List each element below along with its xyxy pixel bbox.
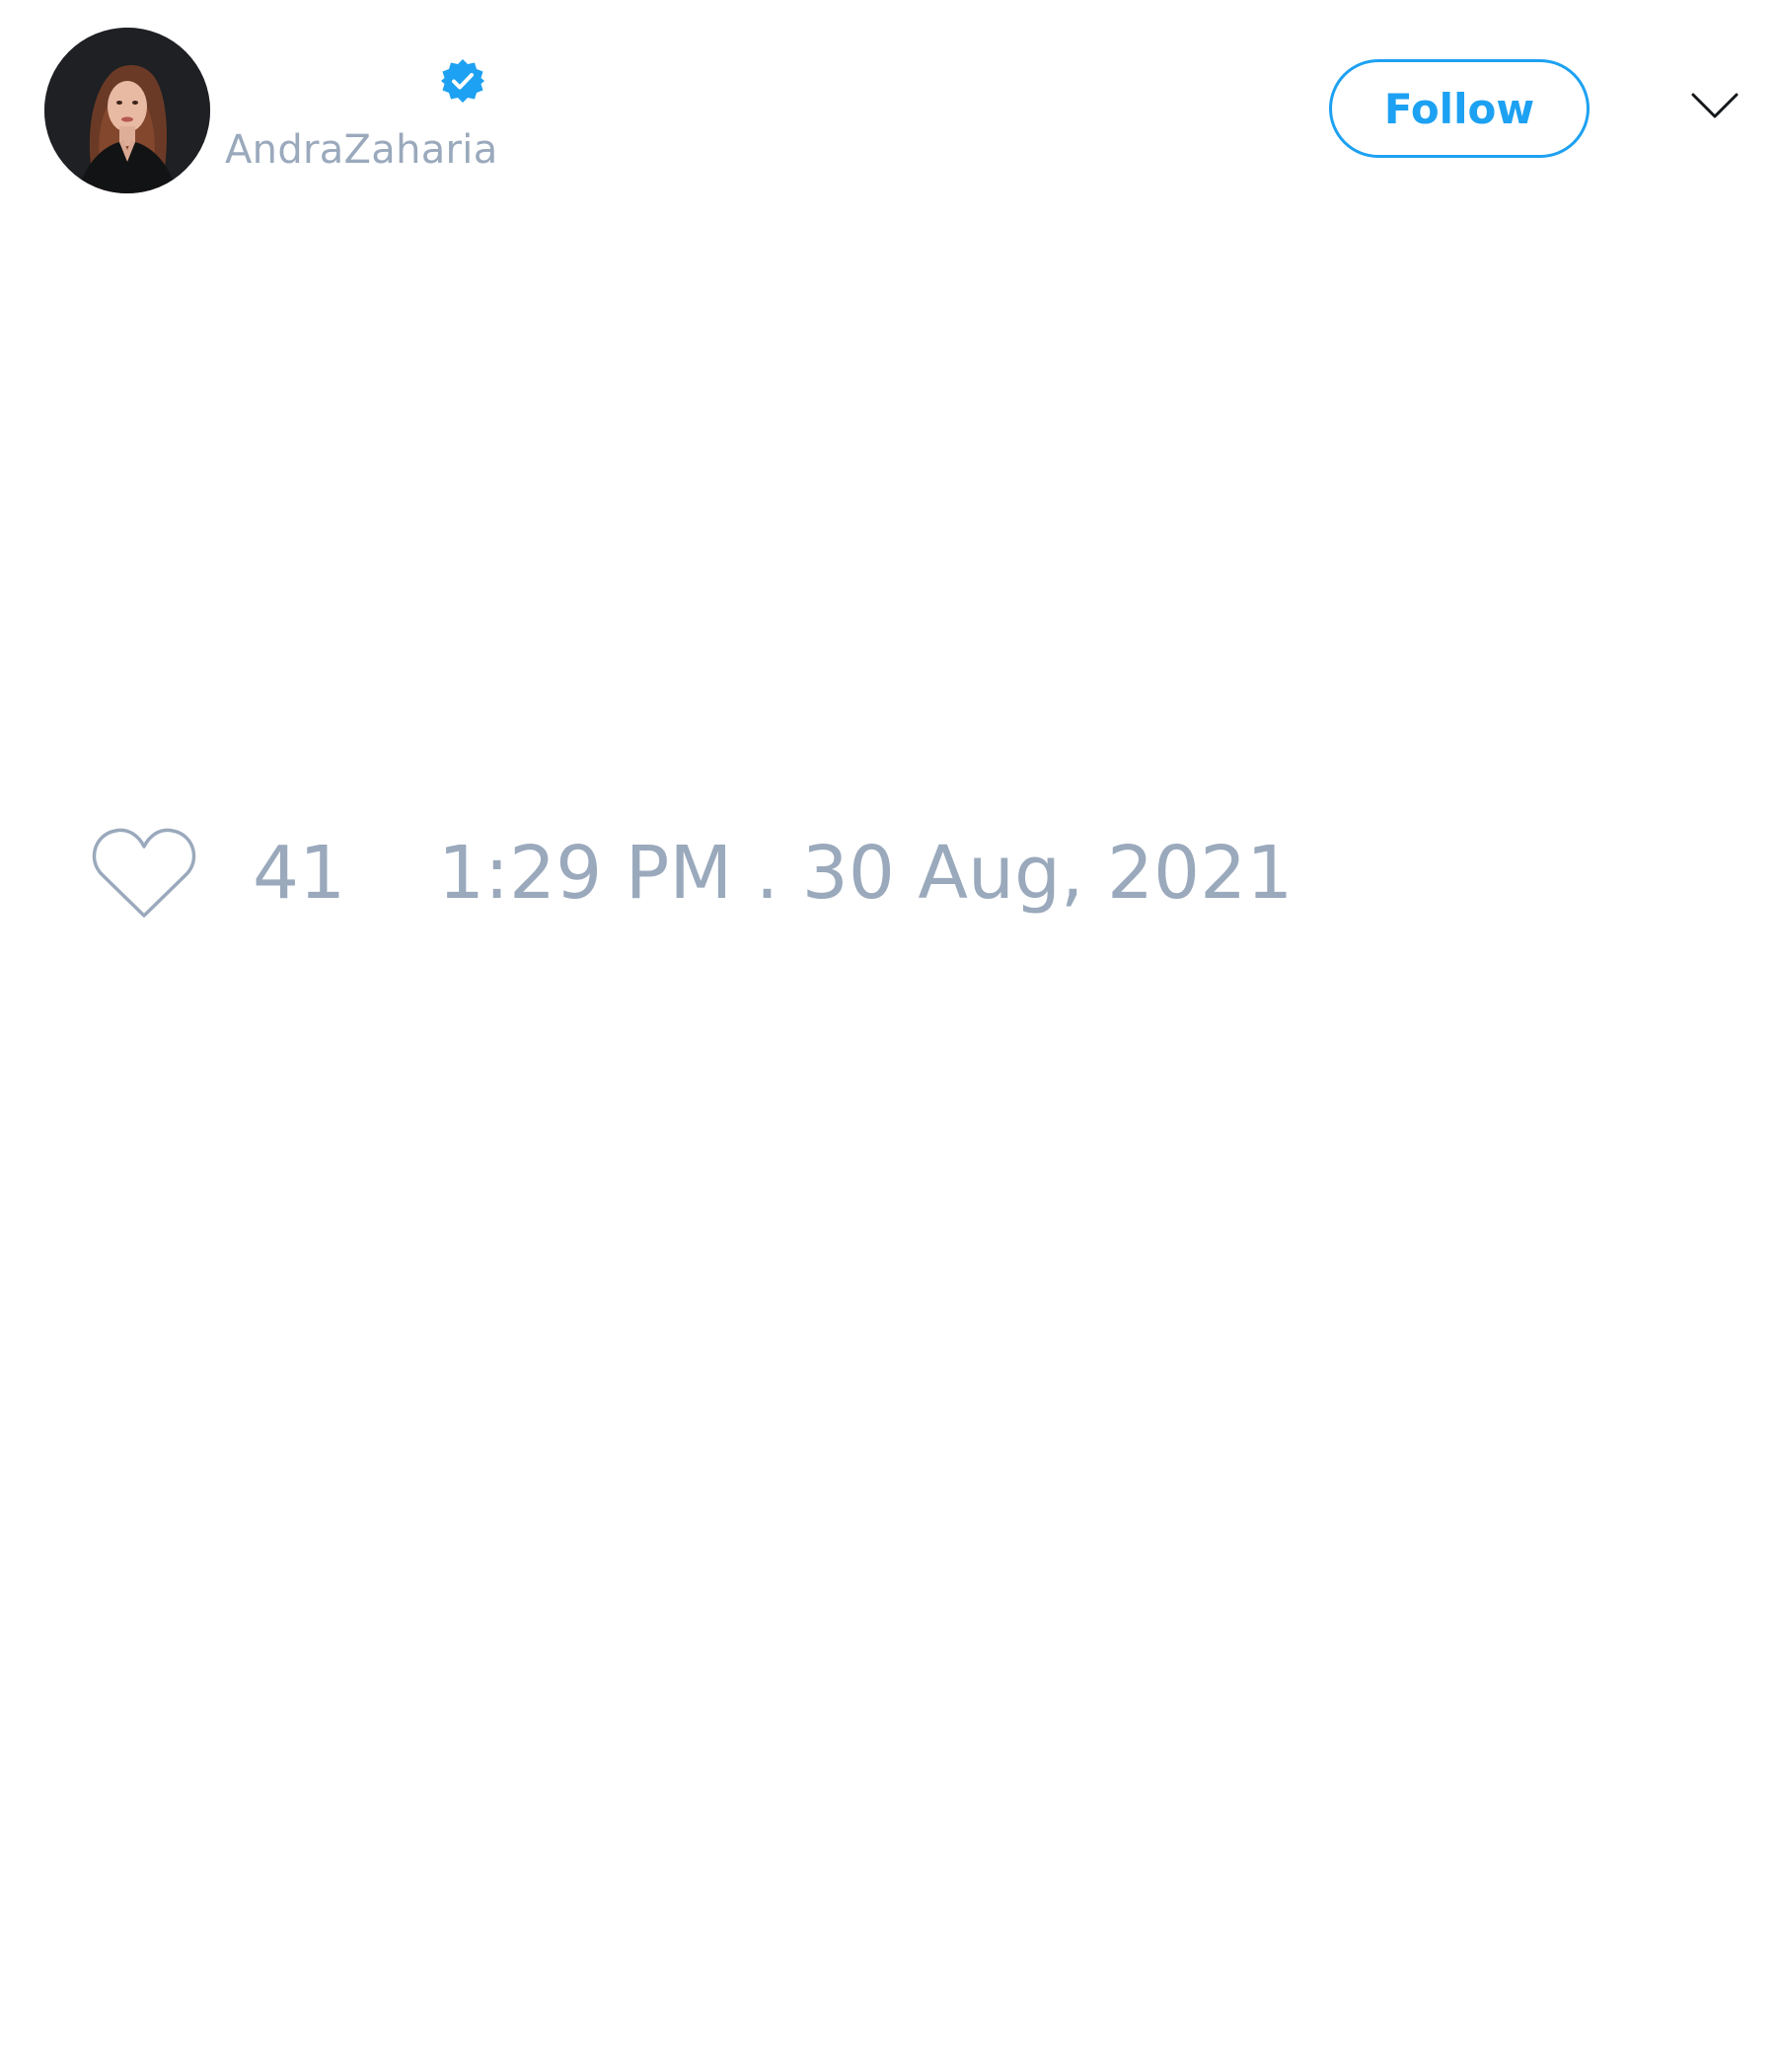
avatar-image: [44, 28, 210, 193]
verified-badge-icon: [438, 56, 487, 106]
avatar[interactable]: [44, 28, 210, 193]
tweet-timestamp[interactable]: 1:29 PM . 30 Aug, 2021: [438, 829, 1293, 918]
follow-button[interactable]: Follow: [1329, 59, 1590, 158]
heart-icon[interactable]: [90, 825, 198, 922]
tweet-actions: 41 1:29 PM . 30 Aug, 2021: [87, 819, 1468, 927]
tweet-card: AndraZaharia Follow 41 1:29 PM . 30 Aug,…: [0, 0, 1776, 2072]
author-handle[interactable]: AndraZaharia: [225, 124, 498, 176]
chevron-down-icon[interactable]: [1687, 87, 1742, 126]
like-count: 41: [253, 831, 346, 916]
